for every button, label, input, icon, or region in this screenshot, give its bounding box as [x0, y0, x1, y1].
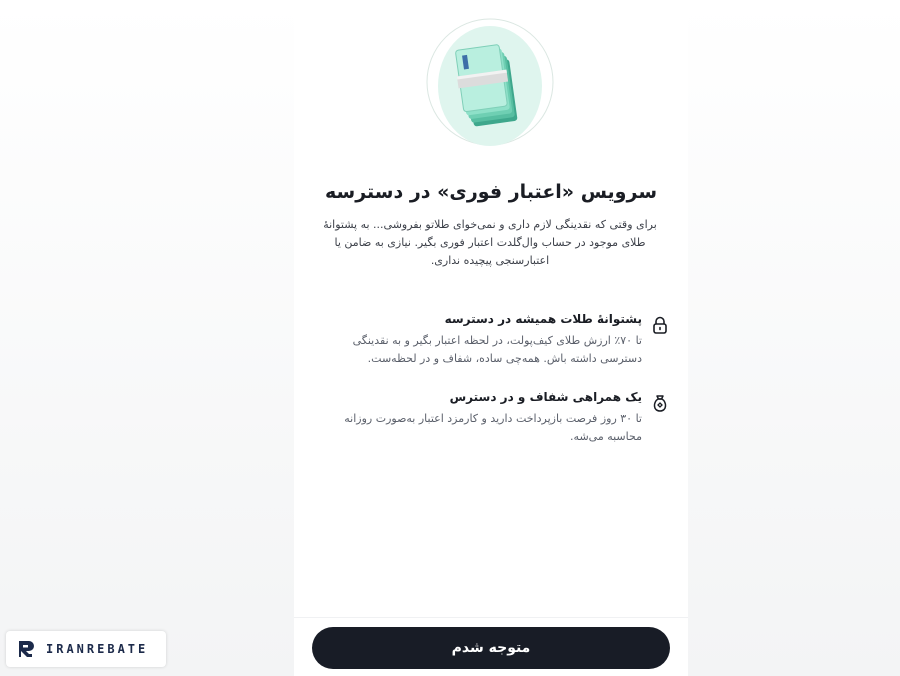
- feature-description: تا ۳۰ روز فرصت بازپرداخت دارید و کارمزد …: [344, 412, 642, 443]
- modal-description: برای وقتی که نقدینگی لازم داری و نمی‌خوا…: [323, 218, 657, 267]
- feature-title: یک همراهی شفاف و در دسترس: [449, 390, 642, 404]
- feature-item-transparent-support: یک همراهی شفاف و در دسترس تا ۳۰ روز فرصت…: [310, 390, 670, 446]
- lock-icon: [650, 314, 670, 336]
- modal-title: سرویس «اعتبار فوری» در دسترسه: [325, 181, 657, 203]
- brand-badge[interactable]: IRANREBATE: [6, 631, 166, 667]
- banknote-stack-illustration: [426, 18, 554, 146]
- confirm-button[interactable]: متوجه شدم: [312, 627, 670, 669]
- money-bag-icon: [650, 392, 670, 414]
- brand-name: IRANREBATE: [46, 642, 149, 656]
- iranrebate-logo-icon: [19, 641, 34, 657]
- footer-divider: [294, 617, 688, 618]
- feature-item-gold-backing: پشتوانهٔ طلات همیشه در دسترسه تا ۷۰٪ ارز…: [310, 312, 670, 368]
- feature-title: پشتوانهٔ طلات همیشه در دسترسه: [444, 312, 642, 326]
- feature-description: تا ۷۰٪ ارزش طلای کیف‌پولت، در لحظه اعتبا…: [352, 334, 642, 365]
